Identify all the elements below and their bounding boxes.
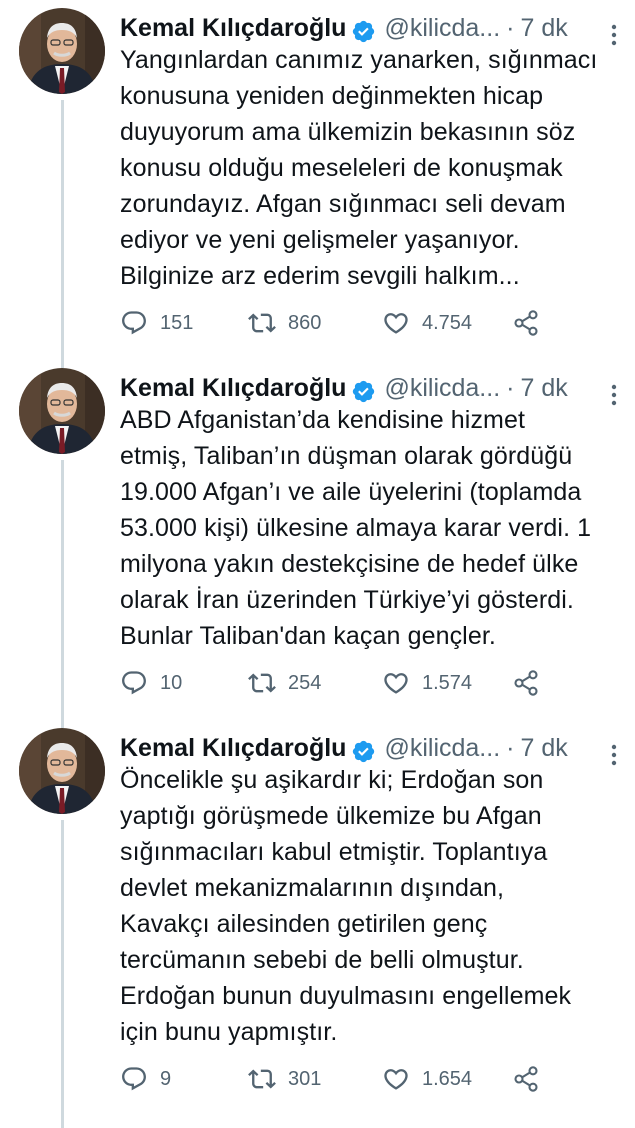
tweet-text-line: konusuna yeniden değinmekten hicap <box>120 82 544 110</box>
tweet-text-line: devlet mekanizmalarının dışından, <box>120 874 505 902</box>
tweet[interactable]: Kemal Kılıçdaroğlu @kilicda... · 7 dk Ön… <box>0 728 635 1118</box>
avatar[interactable] <box>19 368 105 454</box>
share-icon <box>514 310 538 336</box>
reply-icon <box>122 671 146 695</box>
tweet-text-line: yaptığı görüşmede ülkemize bu Afgan <box>120 802 542 830</box>
like-icon <box>384 673 408 694</box>
tweet-text-line: Öncelikle şu aşikardır ki; Erdoğan son <box>120 766 544 794</box>
tweet-text: ABD Afganistan’da kendisine hizmet etmiş… <box>120 402 625 654</box>
share-icon <box>514 1066 538 1092</box>
retweet-icon <box>248 673 276 693</box>
like-icon <box>384 313 408 334</box>
share-button[interactable] <box>512 668 552 698</box>
like-count: 4.754 <box>422 311 473 334</box>
retweet-button[interactable]: 860 <box>248 308 321 338</box>
tweet-text-line: ediyor ve yeni gelişmeler yaşanıyor. <box>120 226 520 254</box>
tweet-text-line: tercümanın sebebi de belli olmuştur. <box>120 946 524 974</box>
tweet-text-line: 53.000 kişi) ülkesine almaya karar verdi… <box>120 514 592 542</box>
like-button[interactable]: 4.754 <box>382 308 472 338</box>
like-button[interactable]: 1.654 <box>382 1064 472 1094</box>
retweet-count: 860 <box>288 311 322 334</box>
tweet-text-line: 19.000 Afgan’ı ve aile üyelerini (toplam… <box>120 478 582 506</box>
verified-badge-icon <box>351 376 376 402</box>
tweet-text-line: duyuyorum ama ülkemizin bekasının söz <box>120 118 576 146</box>
tweet-text-line: sığınmacıları kabul etmiştir. Toplantıya <box>120 838 548 866</box>
tweet-actions: 151 860 4.754 <box>120 308 620 338</box>
tweet-text-line: olarak İran üzerinden Türkiye’yi gösterd… <box>120 586 574 614</box>
tweet-text-line: Kavakçı ailesinden getirilen genç <box>120 910 488 938</box>
tweet-text-line: Bilginize arz ederim sevgili halkım... <box>120 262 520 290</box>
tweet-actions: 10 254 1.574 <box>120 668 620 698</box>
tweet-text: Yangınlardan canımız yanarken, sığınmacı… <box>120 42 625 294</box>
more-vertical-icon[interactable] <box>607 738 621 766</box>
retweet-button[interactable]: 254 <box>248 668 321 698</box>
tweet-text-line: milyona yakın destekçisine de hedef ülke <box>120 550 579 578</box>
tweet-text-line: ABD Afganistan’da kendisine hizmet <box>120 406 526 434</box>
tweet[interactable]: Kemal Kılıçdaroğlu @kilicda... · 7 dk AB… <box>0 368 635 713</box>
reply-button[interactable]: 151 <box>120 308 193 338</box>
like-icon <box>384 1069 408 1090</box>
tweet-text-line: konusu olduğu meseleleri de konuşmak <box>120 154 563 182</box>
avatar[interactable] <box>19 728 105 814</box>
reply-count: 10 <box>160 671 183 694</box>
like-count: 1.654 <box>422 1067 473 1090</box>
reply-icon <box>122 1067 146 1091</box>
tweet-text-line: zorundayız. Afgan sığınmacı seli devam <box>120 190 566 218</box>
verified-badge-icon <box>351 16 376 42</box>
tweet[interactable]: Kemal Kılıçdaroğlu @kilicda... · 7 dk Ya… <box>0 8 635 353</box>
retweet-button[interactable]: 301 <box>248 1064 321 1094</box>
like-count: 1.574 <box>422 671 473 694</box>
tweet-text-line: Yangınlardan canımız yanarken, sığınmacı <box>120 46 598 74</box>
more-vertical-icon[interactable] <box>607 378 621 406</box>
reply-icon <box>122 311 146 335</box>
share-button[interactable] <box>512 308 552 338</box>
share-button[interactable] <box>512 1064 552 1094</box>
verified-badge-icon <box>351 736 376 762</box>
tweet-text-line: için bunu yapmıştır. <box>120 1018 338 1046</box>
share-icon <box>514 670 538 696</box>
like-button[interactable]: 1.574 <box>382 668 472 698</box>
avatar[interactable] <box>19 8 105 94</box>
tweet-text: Öncelikle şu aşikardır ki; Erdoğan son y… <box>120 762 625 1050</box>
tweet-text-line: etmiş, Taliban’ın düşman olarak gördüğü <box>120 442 573 470</box>
retweet-icon <box>248 313 276 333</box>
reply-count: 9 <box>160 1067 172 1090</box>
tweet-text-line: Erdoğan bunun duyulmasını engellemek <box>120 982 572 1010</box>
retweet-icon <box>248 1069 276 1089</box>
more-vertical-icon[interactable] <box>607 18 621 46</box>
retweet-count: 301 <box>288 1067 322 1090</box>
reply-button[interactable]: 10 <box>120 668 182 698</box>
tweet-text-line: Bunlar Taliban'dan kaçan gençler. <box>120 622 496 650</box>
reply-button[interactable]: 9 <box>120 1064 171 1094</box>
tweet-actions: 9 301 1.654 <box>120 1064 620 1094</box>
retweet-count: 254 <box>288 671 322 694</box>
reply-count: 151 <box>160 311 194 334</box>
